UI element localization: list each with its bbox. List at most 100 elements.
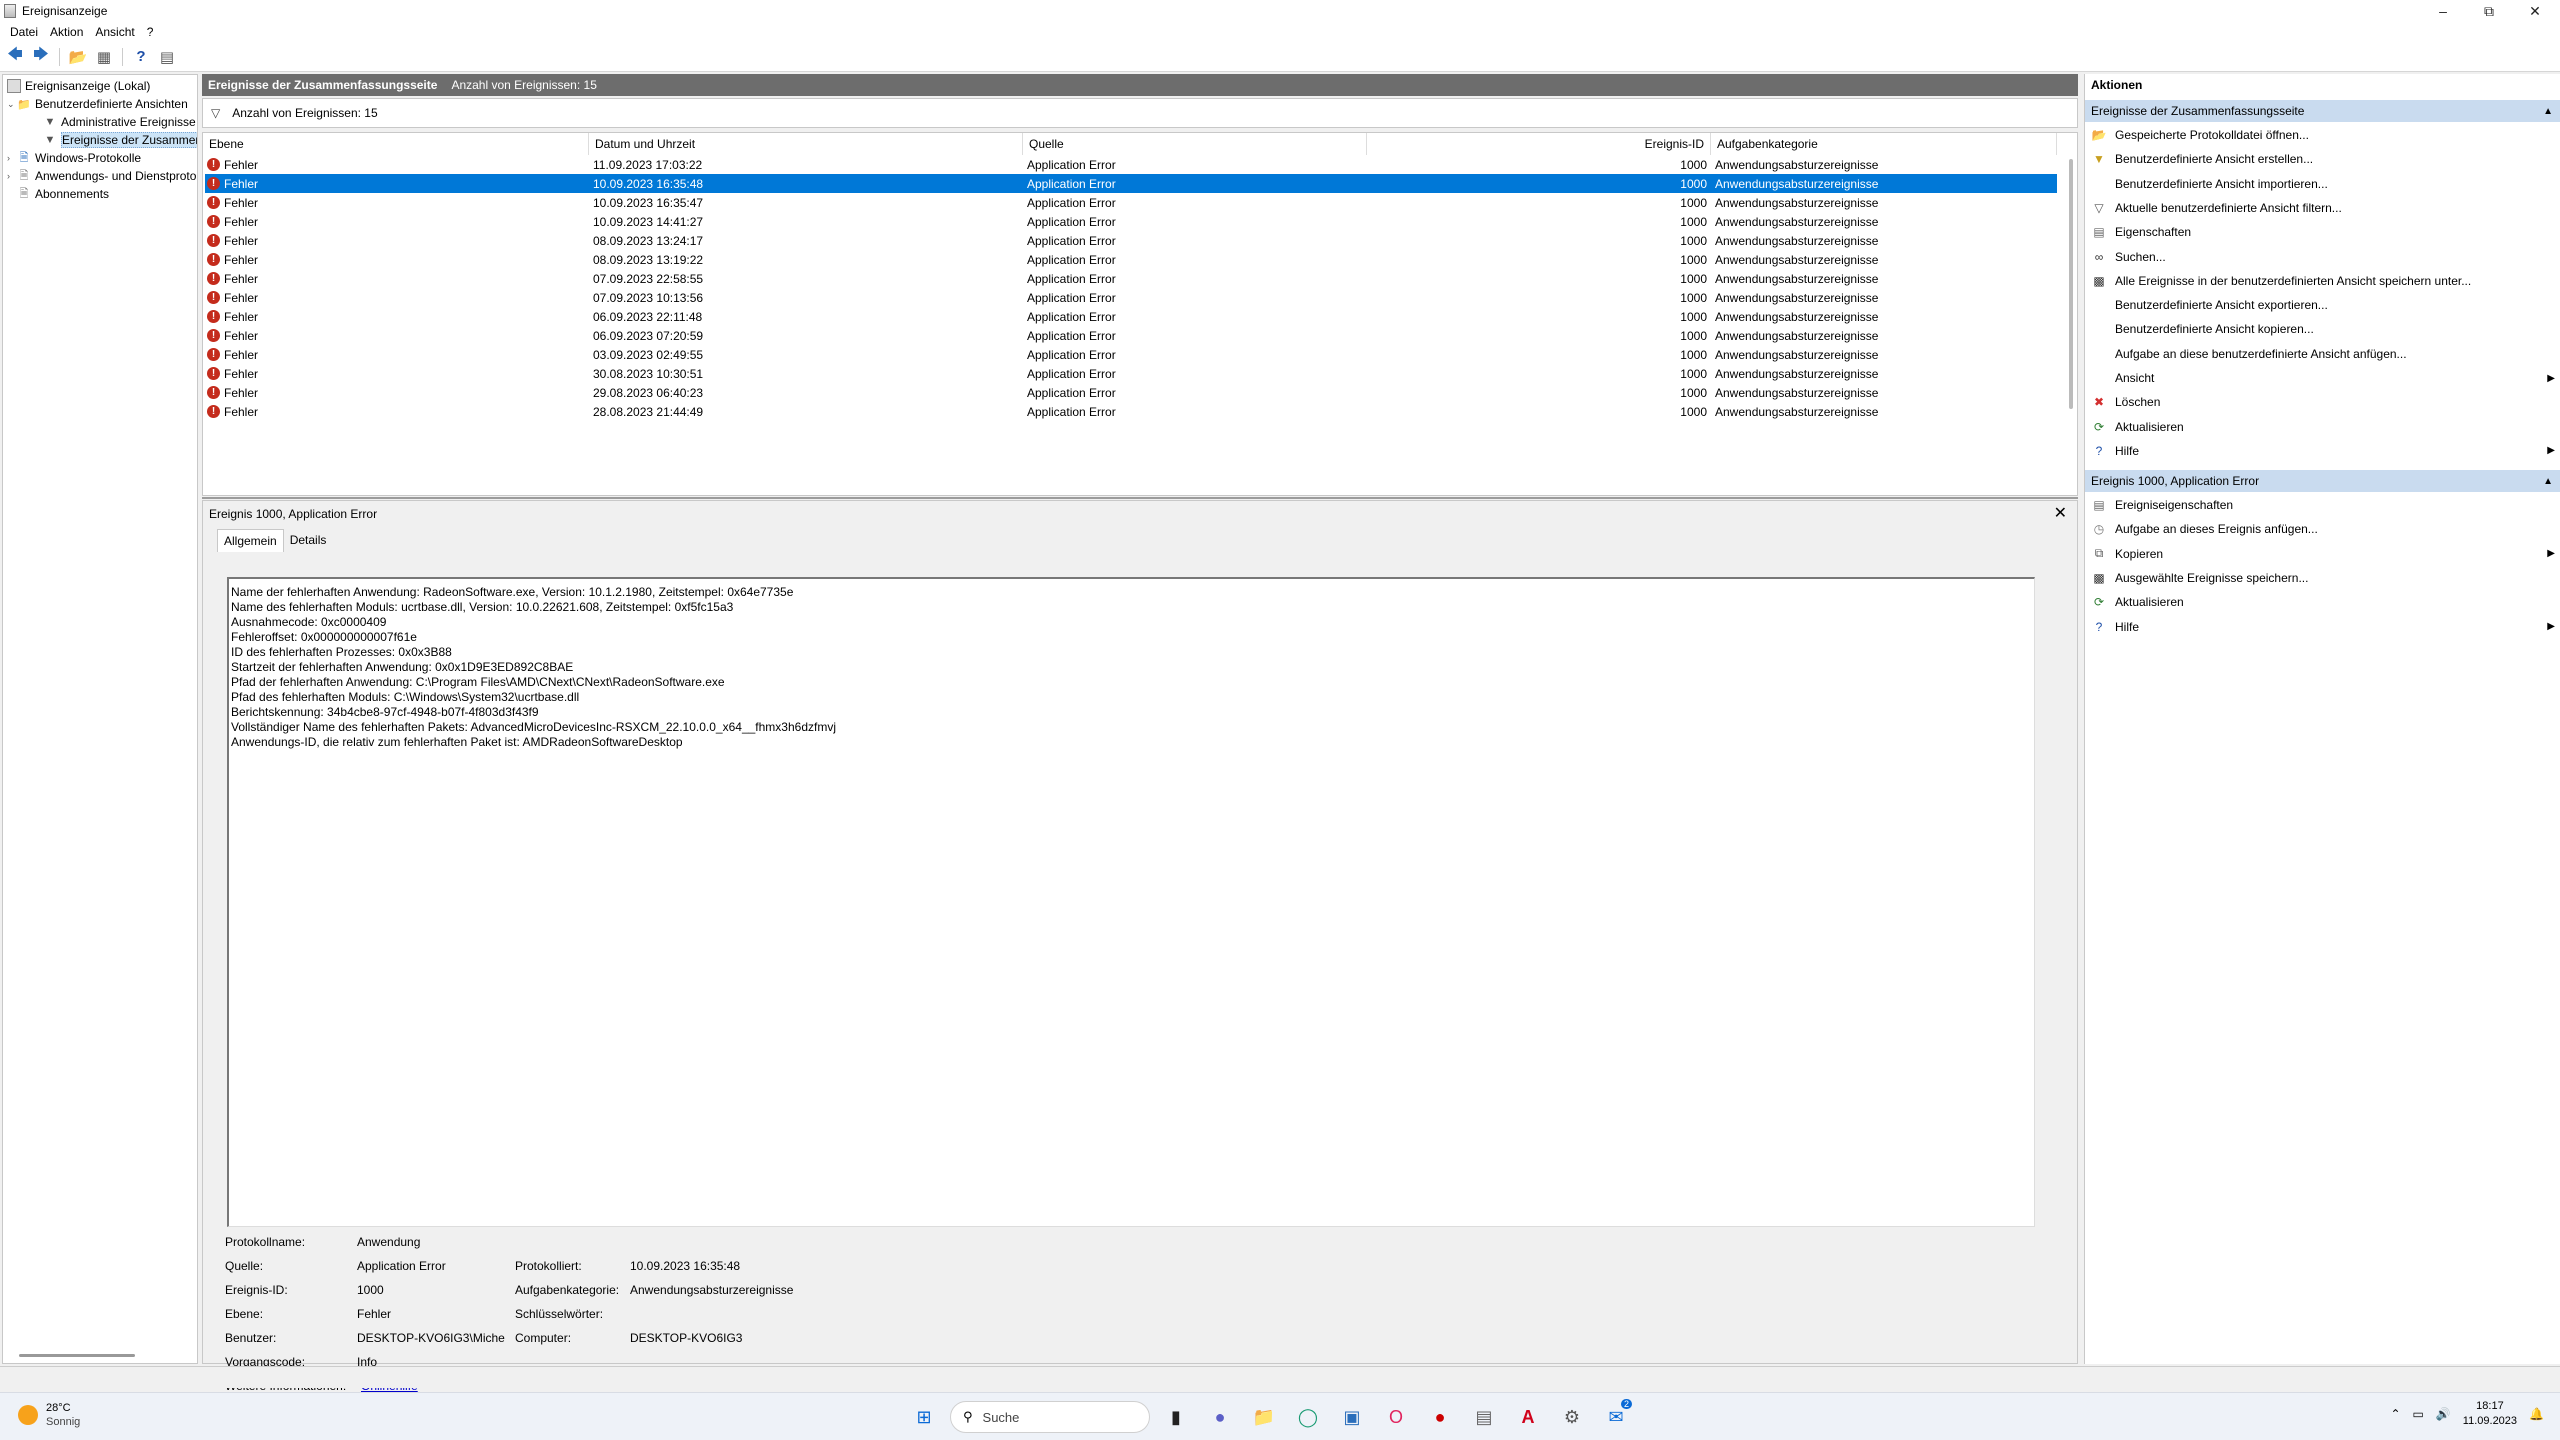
microsoft-store-icon[interactable]: ▣	[1334, 1399, 1370, 1435]
menu-datei[interactable]: Datei	[4, 25, 44, 39]
event-row[interactable]: ! Fehler 10.09.2023 16:35:48 Application Er…	[205, 174, 2057, 193]
close-icon[interactable]: ✕	[2054, 503, 2067, 523]
notifications-icon[interactable]: 🔔	[2529, 1407, 2544, 1421]
action-item[interactable]: ? Hilfe ▶	[2091, 440, 2555, 462]
action-item[interactable]: ⟳ Aktualisieren	[2091, 416, 2555, 438]
action-item[interactable]: ⧉ Kopieren ▶	[2091, 543, 2555, 565]
action-item[interactable]: ▩ Ausgewählte Ereignisse speichern...	[2091, 567, 2555, 589]
action-item[interactable]: Benutzerdefinierte Ansicht exportieren..…	[2091, 294, 2555, 316]
event-row[interactable]: ! Fehler 07.09.2023 22:58:55 Application Er…	[205, 269, 2057, 288]
action-item[interactable]: 📂 Gespeicherte Protokolldatei öffnen...	[2091, 124, 2555, 146]
event-row[interactable]: ! Fehler 06.09.2023 22:11:48 Application Er…	[205, 307, 2057, 326]
event-row[interactable]: ! Fehler 07.09.2023 10:13:56 Application Er…	[205, 288, 2057, 307]
menu-ansicht[interactable]: Ansicht	[89, 25, 140, 39]
action-item[interactable]: ▤ Eigenschaften	[2091, 221, 2555, 243]
properties-icon: ▤	[2093, 498, 2105, 512]
task-view-icon[interactable]: ▮	[1158, 1399, 1194, 1435]
event-viewer-taskbar-icon[interactable]: ▤	[1466, 1399, 1502, 1435]
action-item[interactable]: Benutzerdefinierte Ansicht importieren..…	[2091, 173, 2555, 195]
clock[interactable]: 18:17 11.09.2023	[2463, 1399, 2517, 1429]
app-icon[interactable]: ⚙	[1554, 1399, 1590, 1435]
action-item[interactable]: ▤ Ereigniseigenschaften	[2091, 494, 2555, 516]
network-icon[interactable]: ▭	[2413, 1407, 2424, 1421]
menu-aktion[interactable]: Aktion	[44, 25, 89, 39]
event-row[interactable]: ! Fehler 29.08.2023 06:40:23 Application Er…	[205, 383, 2057, 402]
event-row[interactable]: ! Fehler 06.09.2023 07:20:59 Application Er…	[205, 326, 2057, 345]
event-row[interactable]: ! Fehler 28.08.2023 21:44:49 Application Er…	[205, 402, 2057, 421]
action-item[interactable]: ▽ Aktuelle benutzerdefinierte Ansicht fil…	[2091, 197, 2555, 219]
show-hidden-icons-icon[interactable]: ⌃	[2390, 1407, 2400, 1421]
tree-node-app-service-logs[interactable]: › 🗎 Anwendungs- und Dienstprotokolle	[7, 167, 197, 185]
action-item[interactable]: ? Hilfe ▶	[2091, 616, 2555, 638]
collapse-caret-icon[interactable]: ▲	[2543, 476, 2553, 487]
collapse-caret-icon[interactable]: ▲	[2543, 106, 2553, 117]
action-item[interactable]: Benutzerdefinierte Ansicht kopieren...	[2091, 318, 2555, 340]
tree-horizontal-scrollbar[interactable]	[19, 1354, 135, 1357]
event-row[interactable]: ! Fehler 08.09.2023 13:19:22 Application Er…	[205, 250, 2057, 269]
event-message-box[interactable]: Name der fehlerhaften Anwendung: RadeonS…	[227, 577, 2035, 1227]
event-row[interactable]: ! Fehler 10.09.2023 14:41:27 Application Er…	[205, 212, 2057, 231]
volume-icon[interactable]: 🔊	[2436, 1407, 2451, 1421]
error-icon: !	[207, 253, 220, 266]
folder-up-icon[interactable]: 📂	[67, 47, 89, 67]
help-icon[interactable]: ?	[130, 47, 152, 67]
action-item[interactable]: ∞ Suchen...	[2091, 246, 2555, 268]
column-header-datetime[interactable]: Datum und Uhrzeit	[589, 133, 1023, 155]
event-source: Application Error	[1027, 252, 1116, 267]
error-icon: !	[207, 405, 220, 418]
column-header-event-id[interactable]: Ereignis-ID	[1367, 133, 1711, 155]
column-header-level[interactable]: Ebene	[203, 133, 589, 155]
teams-chat-icon[interactable]: ●	[1202, 1399, 1238, 1435]
weather-widget[interactable]: 28°C Sonnig	[18, 1401, 80, 1429]
game-app-icon[interactable]: ●	[1422, 1399, 1458, 1435]
action-item[interactable]: ⟳ Aktualisieren	[2091, 591, 2555, 613]
scrollbar-thumb[interactable]	[2069, 159, 2073, 409]
forward-arrow-icon[interactable]: 🡆	[30, 46, 52, 67]
action-item[interactable]: ◷ Aufgabe an dieses Ereignis anfügen...	[2091, 518, 2555, 540]
action-item[interactable]: ▩ Alle Ereignisse in der benutzerdefinier…	[2091, 270, 2555, 292]
back-arrow-icon[interactable]: 🡄	[4, 46, 26, 67]
show-hide-actions-icon[interactable]: ▤	[156, 47, 178, 67]
action-item[interactable]: Aufgabe an diese benutzerdefinierte Ansi…	[2091, 343, 2555, 365]
tree-node-summary-events[interactable]: ▼ Ereignisse der Zusammenfassungsseite	[43, 131, 197, 149]
collapse-icon[interactable]: ⌄	[7, 99, 17, 110]
event-row[interactable]: ! Fehler 03.09.2023 02:49:55 Application Er…	[205, 345, 2057, 364]
close-button[interactable]: ✕	[2512, 0, 2558, 22]
tab-details[interactable]: Details	[284, 529, 333, 552]
windows-start-icon[interactable]: ⊞	[906, 1399, 942, 1435]
expand-icon[interactable]: ›	[7, 171, 17, 181]
tree-node-subscriptions[interactable]: 🗎 Abonnements	[17, 185, 110, 203]
restore-button[interactable]: ⧉	[2466, 0, 2512, 22]
tab-allgemein[interactable]: Allgemein	[217, 529, 284, 552]
pane-splitter[interactable]	[202, 497, 2078, 499]
tree-node-custom-views[interactable]: ⌄ 📁 Benutzerdefinierte Ansichten	[7, 95, 188, 113]
actions-section-event[interactable]: Ereignis 1000, Application Error ▲	[2085, 470, 2560, 492]
show-hide-tree-icon[interactable]: ▦	[93, 47, 115, 67]
taskbar-search[interactable]: ⚲ Suche	[950, 1401, 1150, 1433]
file-explorer-icon[interactable]: 📁	[1246, 1399, 1282, 1435]
amd-software-icon[interactable]: A	[1510, 1399, 1546, 1435]
mail-icon[interactable]: ✉ 2	[1598, 1399, 1634, 1435]
action-item[interactable]: ✖ Löschen	[2091, 391, 2555, 413]
tree-node-windows-logs[interactable]: › 🗎 Windows-Protokolle	[7, 149, 141, 167]
opera-browser-icon[interactable]: O	[1378, 1399, 1414, 1435]
edge-browser-icon[interactable]: ◯	[1290, 1399, 1326, 1435]
tree-node-admin-events[interactable]: ▼ Administrative Ereignisse	[43, 113, 196, 131]
column-header-source[interactable]: Quelle	[1023, 133, 1367, 155]
minimize-button[interactable]: –	[2420, 0, 2466, 22]
refresh-icon: ⟳	[2093, 419, 2105, 434]
column-header-task-category[interactable]: Aufgabenkategorie	[1711, 133, 2057, 155]
actions-section-view[interactable]: Ereignisse der Zusammenfassungsseite ▲	[2085, 100, 2560, 122]
expand-icon[interactable]: ›	[7, 153, 17, 163]
action-item[interactable]: Ansicht ▶	[2091, 367, 2555, 389]
action-item[interactable]: ▼ Benutzerdefinierte Ansicht erstellen...	[2091, 148, 2555, 170]
event-row[interactable]: ! Fehler 30.08.2023 10:30:51 Application Er…	[205, 364, 2057, 383]
grid-vertical-scrollbar[interactable]	[2067, 153, 2075, 483]
detail-title: Ereignis 1000, Application Error	[209, 507, 378, 521]
event-row[interactable]: ! Fehler 11.09.2023 17:03:22 Application Er…	[205, 155, 2057, 174]
tree-node-root[interactable]: Ereignisanzeige (Lokal)	[7, 77, 150, 95]
event-row[interactable]: ! Fehler 10.09.2023 16:35:47 Application Er…	[205, 193, 2057, 212]
menu-help[interactable]: ?	[141, 25, 160, 39]
event-category: Anwendungsabsturzereignisse	[1715, 290, 1879, 305]
event-row[interactable]: ! Fehler 08.09.2023 13:24:17 Application Er…	[205, 231, 2057, 250]
